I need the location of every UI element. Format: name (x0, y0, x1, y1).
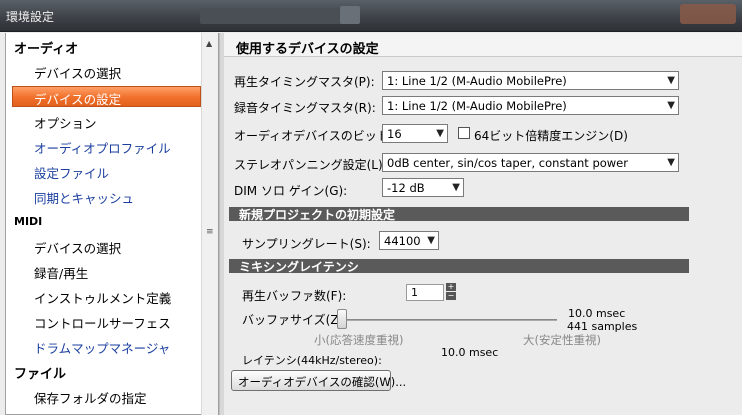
check-audio-device-button[interactable]: オーディオデバイスの確認(W)... (231, 370, 406, 391)
buffer-count-input[interactable]: 1 (406, 284, 444, 301)
chevron-down-icon: ▼ (667, 157, 675, 168)
tree-item-control-surface[interactable]: コントロールサーフェス (34, 313, 171, 332)
category-tree[interactable]: オーディオ デバイスの選択 デバイスの設定 オプション オーディオプロファイル … (5, 33, 219, 415)
buffer-size-msec: 10.0 msec (568, 307, 626, 320)
plus-icon[interactable]: + (446, 283, 456, 291)
bit-depth-select[interactable]: 16 ▼ (382, 124, 448, 143)
tree-item-midi-device-select[interactable]: デバイスの選択 (34, 238, 121, 257)
sampling-rate-select[interactable]: 44100 ▼ (379, 231, 439, 250)
playback-master-select[interactable]: 1: Line 1/2 (M-Audio MobilePre) ▼ (382, 71, 679, 90)
tree-item-sync-cache[interactable]: 同期とキャッシュ (34, 188, 134, 207)
section-title: ミキシングレイテンシ (239, 260, 359, 274)
engine64-checkbox[interactable] (458, 127, 470, 139)
chevron-down-icon: ▼ (667, 100, 675, 111)
select-value: 16 (387, 127, 402, 141)
section-file[interactable]: ファイル (14, 363, 66, 382)
tree-item-audio-profile[interactable]: オーディオプロファイル (34, 138, 171, 157)
stereo-pan-label: ステレオパンニング設定(L): (234, 158, 387, 172)
tree-item-record-playback[interactable]: 録音/再生 (34, 263, 88, 282)
buffer-count-stepper[interactable]: + − (446, 283, 456, 300)
new-project-section-header: 新規プロジェクトの初期設定 (229, 207, 689, 222)
tree-item-save-folder[interactable]: 保存フォルダの指定 (34, 388, 147, 407)
tree-item-config-file[interactable]: 設定ファイル (34, 163, 109, 182)
dim-solo-label: DIM ソロ ゲイン(G): (234, 184, 348, 198)
stereo-pan-select[interactable]: 0dB center, sin/cos taper, constant powe… (382, 153, 679, 172)
buffer-max-label: 大(安定性重視) (523, 333, 601, 347)
sidebar-scrollbar[interactable]: ▲ ≡ (201, 33, 218, 415)
background-button (680, 4, 736, 24)
tree-item-device-settings[interactable]: デバイスの設定 (12, 86, 201, 107)
tree-item-audio-device-select[interactable]: デバイスの選択 (34, 63, 121, 82)
button-label: オーディオデバイスの確認(W)... (238, 375, 407, 389)
buffer-size-slider-track[interactable] (337, 319, 557, 321)
tree-item-instrument-definitions[interactable]: インストゥルメント定義 (34, 288, 171, 307)
scroll-grip-icon[interactable]: ≡ (206, 228, 214, 237)
record-master-label: 録音タイミングマスタ(R): (234, 101, 376, 115)
sampling-rate-label: サンプリングレート(S): (242, 237, 371, 251)
chevron-down-icon: ▼ (427, 235, 435, 246)
section-audio[interactable]: オーディオ (14, 38, 78, 57)
record-master-select[interactable]: 1: Line 1/2 (M-Audio MobilePre) ▼ (382, 96, 679, 115)
background-close-icon (340, 6, 360, 24)
select-value: 1: Line 1/2 (M-Audio MobilePre) (387, 74, 567, 88)
tree-item-options[interactable]: オプション (34, 113, 97, 132)
latency-value: 10.0 msec (441, 346, 499, 359)
buffer-size-slider-thumb[interactable] (337, 309, 347, 329)
latency-label: レイテンシ(44kHz/stereo): (242, 354, 382, 367)
buffer-count-label: 再生バッファ数(F): (242, 289, 347, 303)
title-bar: 環境設定 (0, 0, 742, 32)
window-title: 環境設定 (6, 10, 55, 24)
engine64-label: 64ビット倍精度エンジン(D) (474, 129, 628, 143)
minus-icon[interactable]: − (446, 292, 456, 300)
section-title: 新規プロジェクトの初期設定 (239, 208, 396, 222)
playback-master-label: 再生タイミングマスタ(P): (234, 75, 375, 89)
chevron-down-icon: ▼ (667, 75, 675, 86)
scroll-up-icon[interactable]: ▲ (206, 39, 212, 48)
panel-header: 使用するデバイスの設定 (224, 33, 742, 57)
buffer-size-label: バッファサイズ(Z): (242, 313, 348, 327)
mixing-latency-section-header: ミキシングレイテンシ (229, 259, 689, 274)
page-title: 使用するデバイスの設定 (236, 42, 379, 57)
chevron-down-icon: ▼ (436, 128, 444, 139)
select-value: 44100 (384, 234, 421, 248)
tree-item-label: デバイスの設定 (34, 92, 122, 107)
tree-item-drum-map-manager[interactable]: ドラムマップマネージャ (34, 338, 170, 357)
dim-solo-select[interactable]: -12 dB ▼ (382, 178, 464, 197)
settings-panel: 使用するデバイスの設定 再生タイミングマスタ(P): 1: Line 1/2 (… (224, 33, 742, 415)
buffer-min-label: 小(応答速度重視) (314, 333, 404, 347)
section-midi[interactable]: MIDI (14, 215, 42, 228)
chevron-down-icon: ▼ (452, 182, 460, 193)
select-value: 1: Line 1/2 (M-Audio MobilePre) (387, 99, 567, 113)
select-value: 0dB center, sin/cos taper, constant powe… (387, 156, 628, 170)
input-value: 1 (411, 286, 418, 299)
select-value: -12 dB (387, 181, 425, 195)
background-toolbar (200, 8, 350, 24)
